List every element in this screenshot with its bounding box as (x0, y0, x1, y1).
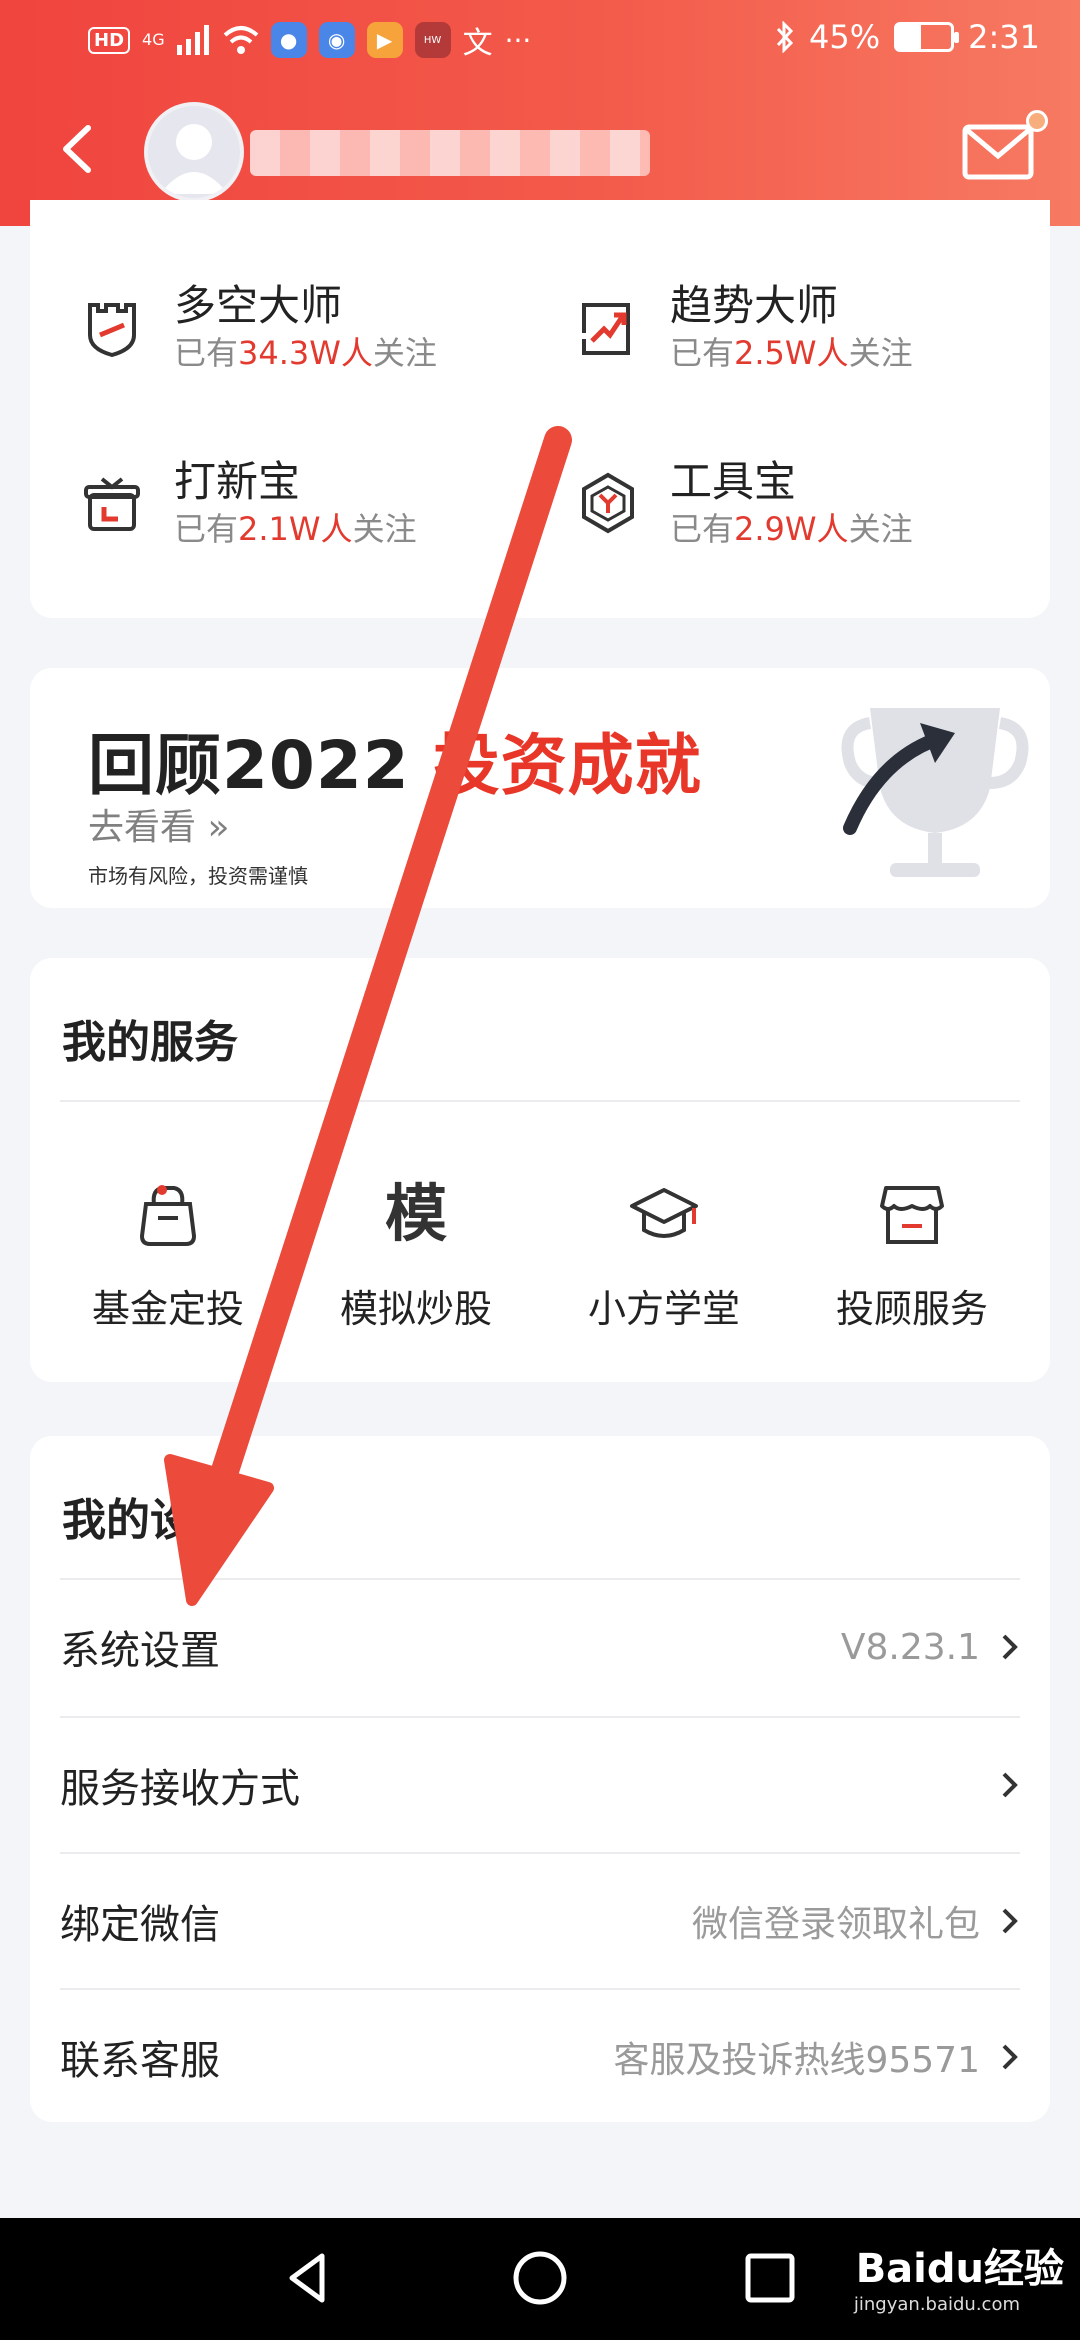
store-icon (880, 1186, 944, 1244)
graduation-cap-icon (630, 1188, 698, 1238)
hexagon-y-icon (582, 472, 634, 534)
castle-shield-icon (88, 303, 136, 358)
hd-badge: HD (88, 26, 131, 54)
settings-card: 我的设置 系统设置 V8.23.1 服务接收方式 绑定微信 微信登录领取礼包 联… (30, 1436, 1050, 2122)
chevron-right-icon (1002, 1634, 1018, 1660)
nav-recents-icon[interactable] (740, 2248, 800, 2308)
gift-box-icon (84, 477, 140, 531)
tool-followers: 已有2.1W人关注 (174, 510, 417, 548)
piggy-bag-icon (139, 1185, 197, 1246)
banner-title: 回顾2022 投资成就 (88, 727, 702, 804)
nav-home-icon[interactable] (510, 2248, 570, 2308)
service-label: 基金定投 (91, 1287, 244, 1331)
status-bar: HD 4G ● ◉ ▶ HW 文 ··· 45% 2:31 (0, 0, 1080, 84)
tools-card: 多空大师 已有34.3W人关注 趋势大师 已有2.5W人关注 打新宝 已有2.1… (30, 200, 1050, 618)
tool-title: 趋势大师 (670, 281, 839, 330)
settings-row-receive-mode[interactable]: 服务接收方式 (60, 1718, 1020, 1852)
messages-button[interactable] (962, 124, 1034, 180)
section-title: 我的服务 (62, 1017, 238, 1068)
video-app-icon: ▶ (366, 22, 403, 58)
tool-qushi[interactable]: 趋势大师 已有2.5W人关注 (576, 280, 913, 374)
service-fund-plan[interactable]: 基金定投 (68, 1178, 268, 1333)
tool-duokong[interactable]: 多空大师 已有34.3W人关注 (80, 280, 437, 374)
tool-daxinbao[interactable]: 打新宝 已有2.1W人关注 (80, 456, 417, 550)
settings-label: 服务接收方式 (60, 1766, 300, 1812)
settings-label: 绑定微信 (60, 1902, 220, 1948)
settings-value: 客服及投诉热线95571 (613, 2040, 980, 2081)
header-bar: HD 4G ● ◉ ▶ HW 文 ··· 45% 2:31 (0, 0, 1080, 226)
baidu-watermark: Baidu经验 (855, 2246, 1064, 2292)
avatar[interactable] (144, 102, 244, 202)
banner-link[interactable]: 去看看 » (88, 798, 229, 850)
service-label: 小方学堂 (587, 1287, 740, 1331)
service-academy[interactable]: 小方学堂 (564, 1178, 764, 1333)
clock-time: 2:31 (968, 18, 1040, 56)
settings-row-system[interactable]: 系统设置 V8.23.1 (60, 1580, 1020, 1714)
trophy-icon (841, 708, 1029, 877)
tool-gongjubao[interactable]: 工具宝 已有2.9W人关注 (576, 456, 913, 550)
nav-back-icon[interactable] (280, 2248, 340, 2308)
tool-title: 工具宝 (670, 457, 797, 506)
divider (60, 1100, 1020, 1102)
service-advisor[interactable]: 投顾服务 (812, 1178, 1012, 1333)
username-blurred[interactable] (250, 130, 650, 176)
chevron-right-icon (1002, 2044, 1018, 2070)
risk-disclaimer: 市场有风险，投资需谨慎 (88, 864, 308, 888)
default-avatar-icon (160, 124, 228, 194)
tool-followers: 已有2.5W人关注 (670, 334, 913, 372)
tool-title: 打新宝 (174, 457, 301, 506)
chevron-right-icon (1002, 1772, 1018, 1798)
more-dots-icon: ··· (504, 23, 532, 57)
baidu-watermark-url: jingyan.baidu.com (853, 2294, 1020, 2315)
chevron-right-icon (1002, 1908, 1018, 1934)
settings-label: 联系客服 (60, 2038, 220, 2084)
network-label: 4G (142, 30, 165, 49)
service-simulated-trading[interactable]: 模 模拟炒股 (316, 1178, 516, 1333)
unread-dot (1026, 110, 1048, 132)
bluetooth-icon (776, 21, 794, 53)
settings-value: V8.23.1 (840, 1626, 980, 1668)
review-2022-banner[interactable]: 回顾2022 投资成就 去看看 » 市场有风险，投资需谨慎 (30, 668, 1050, 908)
service-label: 模拟炒股 (339, 1287, 492, 1331)
services-card: 我的服务 基金定投 模 模拟炒股 小方学堂 投顾服务 (30, 958, 1050, 1382)
app-notification-icon: ● (270, 22, 307, 58)
settings-label: 系统设置 (60, 1628, 220, 1674)
tool-followers: 已有34.3W人关注 (174, 334, 437, 372)
settings-value: 微信登录领取礼包 (691, 1904, 980, 1945)
translate-icon: 文 (462, 26, 493, 61)
wifi-icon (223, 26, 258, 54)
tool-title: 多空大师 (174, 281, 343, 330)
battery-percent: 45% (809, 18, 881, 56)
settings-row-customer-service[interactable]: 联系客服 客服及投诉热线95571 (60, 1990, 1020, 2124)
section-title: 我的设置 (62, 1495, 238, 1546)
service-label: 投顾服务 (835, 1287, 988, 1331)
battery-icon (894, 22, 960, 52)
trend-chart-icon (582, 303, 630, 355)
mail-icon (962, 124, 1034, 180)
huawei-app-icon: HW (414, 22, 451, 58)
bulb-app-icon: ◉ (318, 22, 355, 58)
system-nav-bar: Baidu经验 jingyan.baidu.com (0, 2218, 1080, 2340)
tool-followers: 已有2.9W人关注 (670, 510, 913, 548)
settings-row-bind-wechat[interactable]: 绑定微信 微信登录领取礼包 (60, 1854, 1020, 1988)
back-arrow-icon (63, 125, 91, 173)
back-button[interactable] (50, 122, 104, 176)
mo-character-icon: 模 (384, 1177, 447, 1250)
signal-icon (176, 25, 209, 55)
